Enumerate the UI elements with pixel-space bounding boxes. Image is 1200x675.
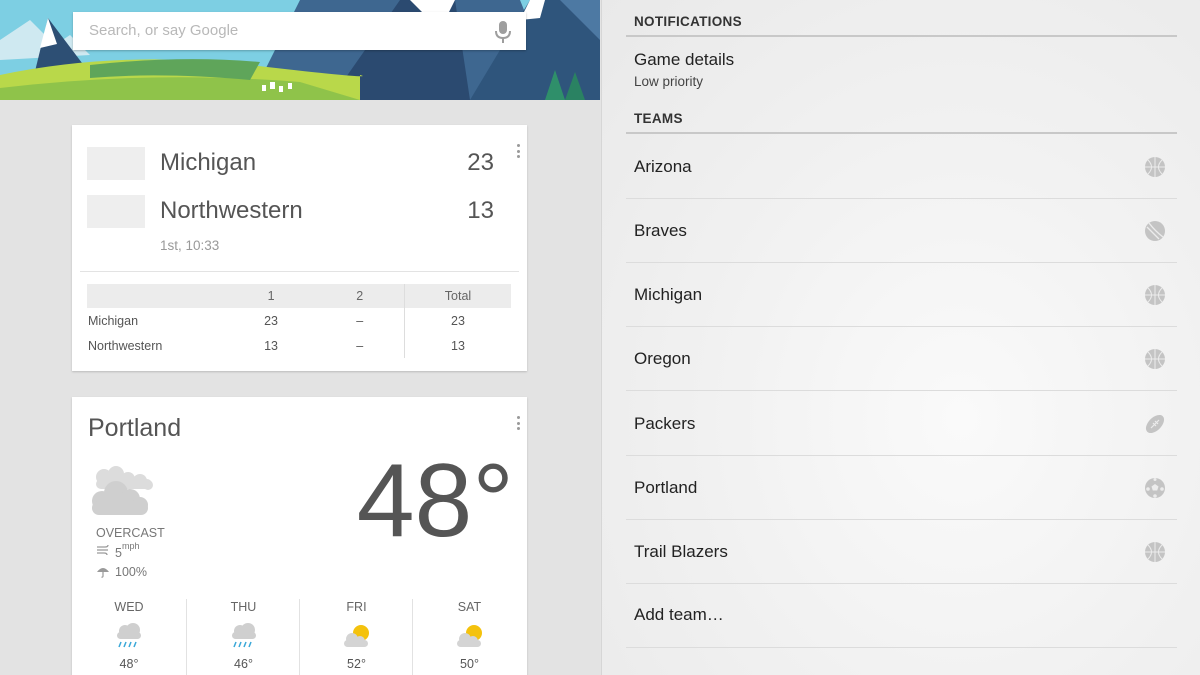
divider (80, 271, 519, 272)
team-item-label: Trail Blazers (634, 542, 728, 561)
google-now-feed: Search, or say Google Michigan 23 Northw… (0, 0, 600, 675)
section-divider (626, 35, 1177, 37)
team-name: Northwestern (160, 197, 303, 224)
overflow-menu-icon[interactable] (515, 144, 521, 162)
wind-speed: 5 (115, 546, 122, 561)
add-team-button[interactable]: Add team… (626, 584, 1177, 648)
rain-icon (117, 623, 141, 648)
column-header: 2 (315, 284, 405, 308)
forecast-temp: 50° (460, 657, 479, 671)
team-item-oregon[interactable]: Oregon (626, 327, 1177, 391)
table-cell: 13 (264, 338, 279, 353)
column-header: Total (403, 284, 511, 308)
forecast-day-name: SAT (457, 600, 482, 614)
notifications-header: NOTIFICATIONS (634, 14, 742, 29)
forecast-day: WED 48° (72, 599, 186, 675)
forecast-day: SAT 50° (412, 599, 526, 675)
weather-condition: OVERCAST (96, 526, 165, 540)
forecast-day: FRI 52° (299, 599, 413, 675)
team-item-arizona[interactable]: Arizona (626, 135, 1177, 199)
overflow-menu-icon[interactable] (515, 416, 521, 434)
partly-sunny-icon (343, 625, 369, 647)
table-row: Michigan 23 – 23 (87, 308, 511, 333)
sports-score-card[interactable]: Michigan 23 Northwestern 13 1st, 10:33 1… (72, 125, 527, 371)
section-divider (626, 132, 1177, 134)
current-temperature: 48° (356, 443, 514, 559)
weather-card[interactable]: Portland OVERCAST 5mph 100% 48° WED 48° … (72, 397, 527, 675)
table-header-row: 1 2 Total (87, 284, 511, 308)
column-header: 1 (226, 284, 316, 308)
linescore-table: 1 2 Total Michigan 23 – 23 Northwestern … (87, 284, 511, 358)
wind-info: 5mph (96, 541, 140, 561)
search-bar[interactable]: Search, or say Google (73, 12, 526, 50)
table-cell: Michigan (88, 313, 139, 328)
game-details-subtitle: Low priority (634, 74, 704, 89)
team-item-label: Braves (634, 221, 687, 240)
soccer-ball-icon (1145, 478, 1165, 498)
umbrella-icon (97, 568, 109, 578)
team-item-label: Michigan (634, 285, 703, 304)
team-item-michigan[interactable]: Michigan (626, 263, 1177, 327)
team-name: Michigan (160, 149, 257, 176)
table-cell: 23 (264, 313, 279, 328)
basketball-icon (1145, 542, 1165, 562)
basketball-icon (1145, 349, 1165, 369)
team-item-trail-blazers[interactable]: Trail Blazers (626, 520, 1177, 584)
forecast-day-name: THU (230, 600, 257, 614)
teams-header: TEAMS (634, 111, 683, 126)
football-icon (1145, 414, 1165, 434)
add-team-label: Add team… (634, 605, 724, 624)
team-logo (87, 147, 145, 180)
forecast-day-name: WED (114, 600, 144, 614)
team-item-label: Oregon (634, 349, 691, 368)
precip-chance: 100% (115, 565, 147, 579)
overcast-cloud-icon (92, 466, 153, 515)
search-input[interactable]: Search, or say Google (89, 22, 238, 39)
team-item-label: Packers (634, 414, 696, 433)
forecast-temp: 46° (234, 657, 253, 671)
team-item-portland[interactable]: Portland (626, 456, 1177, 520)
wind-unit: mph (121, 541, 140, 551)
forecast-temp: 52° (347, 657, 366, 671)
team-score: 13 (467, 197, 494, 224)
mic-icon[interactable] (494, 20, 512, 44)
forecast-day: THU 46° (186, 599, 300, 675)
team-item-packers[interactable]: Packers (626, 392, 1177, 456)
weather-city: Portland (88, 414, 182, 442)
table-row: Northwestern 13 – 13 (87, 333, 511, 358)
sports-settings-panel: NOTIFICATIONS Game details Low priority … (601, 0, 1200, 675)
basketball-icon (1145, 285, 1165, 305)
table-cell: 13 (403, 333, 511, 358)
forecast-day-name: FRI (346, 600, 367, 614)
forecast-temp: 48° (119, 657, 139, 671)
column-header (87, 284, 227, 308)
basketball-icon (1145, 157, 1165, 177)
precipitation-info: 100% (96, 565, 147, 579)
rain-icon (231, 623, 256, 648)
table-cell: Northwestern (88, 338, 163, 353)
table-cell: – (356, 338, 364, 353)
game-status: 1st, 10:33 (160, 238, 220, 253)
team-logo (87, 195, 145, 228)
table-cell: – (356, 313, 364, 328)
table-cell: 23 (403, 308, 511, 333)
team-item-label: Portland (634, 478, 698, 497)
team-item-braves[interactable]: Braves (626, 199, 1177, 263)
baseball-icon (1145, 221, 1165, 241)
game-details-title[interactable]: Game details (634, 50, 734, 70)
header-banner: Search, or say Google (0, 0, 600, 100)
team-item-label: Arizona (634, 157, 692, 176)
wind-icon (97, 544, 109, 556)
partly-sunny-icon (456, 625, 482, 647)
team-score: 23 (467, 149, 494, 176)
